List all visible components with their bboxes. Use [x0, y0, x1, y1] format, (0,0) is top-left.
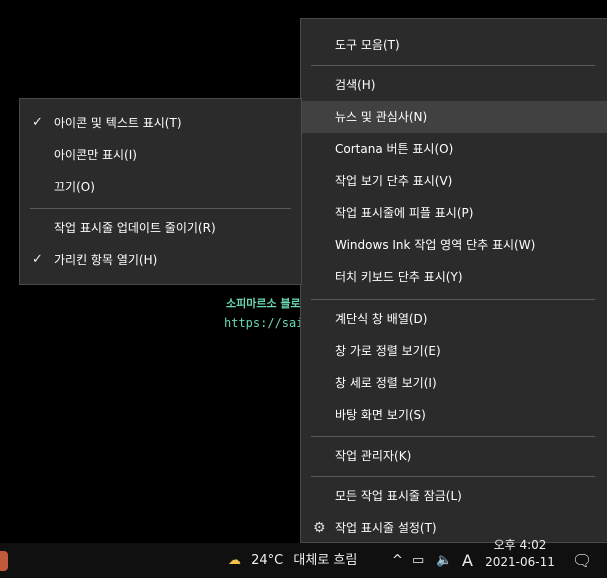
menu-item-people[interactable]: 작업 표시줄에 피플 표시(P): [301, 197, 607, 229]
submenu-item-label: 작업 표시줄 업데이트 줄이기(R): [54, 221, 216, 235]
menu-item-label: 창 가로 정렬 보기(E): [335, 344, 441, 358]
submenu-item-reduce-updates[interactable]: 작업 표시줄 업데이트 줄이기(R): [20, 212, 301, 244]
menu-item-side-by-side[interactable]: 창 세로 정렬 보기(I): [301, 367, 607, 399]
menu-separator: [311, 299, 595, 300]
taskbar: ☁ 24°C 대체로 흐림 ^ ▭ 🔈 A 오후 4:02 2021-06-11…: [0, 538, 607, 578]
chevron-right-icon: [603, 38, 607, 50]
submenu-item-show-icon-and-text[interactable]: ✓ 아이콘 및 텍스트 표시(T): [20, 107, 301, 139]
menu-item-cortana[interactable]: Cortana 버튼 표시(O): [301, 133, 607, 165]
menu-item-label: 창 세로 정렬 보기(I): [335, 376, 437, 390]
watermark-name: 소피마르소 블로그: [226, 297, 311, 310]
input-method-indicator[interactable]: A: [462, 543, 473, 578]
checkmark-icon: ✓: [32, 115, 43, 130]
network-icon[interactable]: ▭: [412, 543, 424, 578]
weather-widget[interactable]: ☁ 24°C 대체로 흐림: [228, 543, 357, 578]
menu-item-label: Cortana 버튼 표시(O): [335, 142, 454, 156]
submenu-item-open-on-hover[interactable]: ✓ 가리킨 항목 열기(H): [20, 244, 301, 276]
menu-item-label: 도구 모음(T): [335, 38, 400, 52]
menu-item-windows-ink[interactable]: Windows Ink 작업 영역 단추 표시(W): [301, 229, 607, 261]
clock-date: 2021-06-11: [485, 555, 555, 569]
menu-item-label: 모든 작업 표시줄 잠금(L): [335, 489, 462, 503]
weather-temperature: 24°C: [251, 553, 284, 568]
menu-separator: [311, 65, 595, 66]
menu-separator: [311, 436, 595, 437]
checkmark-icon: ✓: [32, 252, 43, 267]
app-icon[interactable]: [0, 551, 8, 571]
menu-separator: [311, 476, 595, 477]
submenu-item-label: 가리킨 항목 열기(H): [54, 253, 158, 267]
menu-item-news-and-interests[interactable]: 뉴스 및 관심사(N): [301, 101, 607, 133]
menu-item-label: 바탕 화면 보기(S): [335, 408, 426, 422]
menu-item-label: 작업 관리자(K): [335, 449, 412, 463]
menu-item-label: 작업 표시줄에 피플 표시(P): [335, 206, 474, 220]
menu-item-touch-keyboard[interactable]: 터치 키보드 단추 표시(Y): [301, 261, 607, 293]
gear-icon: ⚙: [313, 520, 326, 536]
cloud-sun-icon: ☁: [228, 553, 241, 568]
chevron-right-icon: [603, 78, 607, 90]
weather-condition: 대체로 흐림: [293, 553, 358, 568]
menu-item-task-manager[interactable]: 작업 관리자(K): [301, 440, 607, 472]
chevron-right-icon: [603, 110, 607, 122]
submenu-item-label: 아이콘만 표시(I): [54, 148, 137, 162]
menu-item-lock-taskbar[interactable]: 모든 작업 표시줄 잠금(L): [301, 480, 607, 512]
taskbar-context-menu: 도구 모음(T) 검색(H) 뉴스 및 관심사(N) Cortana 버튼 표시…: [300, 18, 607, 543]
action-center-icon[interactable]: 🗨: [572, 543, 592, 578]
show-hidden-icons-chevron-up-icon[interactable]: ^: [392, 543, 403, 578]
menu-item-label: 작업 표시줄 설정(T): [335, 521, 437, 535]
menu-item-label: 뉴스 및 관심사(N): [335, 110, 428, 124]
menu-item-stacked[interactable]: 창 가로 정렬 보기(E): [301, 335, 607, 367]
menu-item-cascade[interactable]: 계단식 창 배열(D): [301, 303, 607, 335]
menu-item-label: 터치 키보드 단추 표시(Y): [335, 270, 463, 284]
news-and-interests-submenu: ✓ 아이콘 및 텍스트 표시(T) 아이콘만 표시(I) 끄기(O) 작업 표시…: [19, 98, 302, 285]
submenu-item-label: 끄기(O): [54, 180, 95, 194]
volume-icon[interactable]: 🔈: [436, 543, 452, 578]
menu-item-label: 계단식 창 배열(D): [335, 312, 428, 326]
clock[interactable]: 오후 4:02 2021-06-11: [484, 538, 556, 578]
submenu-item-turn-off[interactable]: 끄기(O): [20, 171, 301, 203]
submenu-item-show-icon-only[interactable]: 아이콘만 표시(I): [20, 139, 301, 171]
submenu-separator: [30, 208, 291, 209]
submenu-item-label: 아이콘 및 텍스트 표시(T): [54, 116, 182, 130]
menu-item-label: Windows Ink 작업 영역 단추 표시(W): [335, 238, 536, 252]
menu-item-toolbars[interactable]: 도구 모음(T): [301, 29, 607, 61]
menu-item-taskbar-settings[interactable]: ⚙ 작업 표시줄 설정(T): [301, 512, 607, 544]
menu-item-label: 작업 보기 단추 표시(V): [335, 174, 453, 188]
menu-item-label: 검색(H): [335, 78, 376, 92]
menu-item-show-desktop[interactable]: 바탕 화면 보기(S): [301, 399, 607, 431]
menu-item-search[interactable]: 검색(H): [301, 69, 607, 101]
clock-time: 오후 4:02: [493, 538, 547, 552]
menu-item-task-view[interactable]: 작업 보기 단추 표시(V): [301, 165, 607, 197]
